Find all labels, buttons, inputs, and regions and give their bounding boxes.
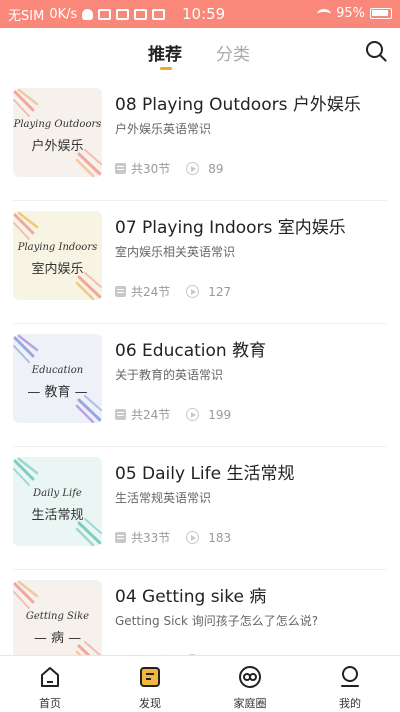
tabbar-family[interactable]: 家庭圈 [200,656,300,712]
course-meta: 共24节 199 [115,406,231,423]
profile-icon [341,666,359,687]
image-icon [134,8,148,20]
tab-category[interactable]: 分类 [216,40,250,65]
network-speed: 0K/s [49,6,78,22]
course-item[interactable]: Education — 教育 —06 Education 教育 关于教育的英语常识共… [0,324,400,447]
course-item[interactable]: Getting Sike — 病 — 04 Getting sike 病 Gettin… [0,570,400,655]
cover-title-cn: — 教育 — [27,385,88,400]
leaf-decoration-icon [13,334,102,423]
tabbar-discover-label: 发现 [139,697,161,710]
tab-recommend-label: 推荐 [148,45,182,65]
course-meta: 共33节 183 [115,529,231,546]
course-cover-image: Getting Sike — 病 — [13,580,102,655]
course-list: Playing Outdoors 户外娱乐 08 Playing Outdoors … [0,78,400,655]
battery-percent: 95% [336,6,365,21]
play-count-icon [186,531,200,544]
top-navigation: 推荐 分类 [0,28,400,78]
play-count: 127 [208,284,232,299]
course-cover-image: Playing Outdoors 户外娱乐 [13,88,102,177]
home-icon [41,667,59,687]
course-meta: 共30节 89 [115,160,224,177]
course-cover-image: Daily Life 生活常规 [13,457,102,546]
course-subtitle: 室内娱乐相关英语常识 [115,245,236,259]
cover-title-en: Playing Outdoors [13,119,102,130]
lesson-list-icon [115,409,126,420]
cover-title-cn: 生活常规 [31,508,84,523]
status-bar: 无SIM 0K/s 10:59 95% [0,0,400,28]
course-subtitle: Getting Sick 询问孩子怎么了怎么说? [115,614,319,628]
notification-icon [82,8,94,20]
tabbar-discover[interactable]: 发现 [100,656,200,712]
wifi-icon [317,8,332,19]
play-count-icon [186,408,200,421]
course-title: 04 Getting sike 病 [115,587,267,607]
course-title: 05 Daily Life 生活常规 [115,464,295,484]
cover-title-cn: 户外娱乐 [31,139,84,154]
course-item[interactable]: Playing Outdoors 户外娱乐 08 Playing Outdoors … [0,78,400,201]
course-subtitle: 生活常规英语常识 [115,491,212,505]
cover-title-cn: 室内娱乐 [31,262,84,277]
tabbar-home[interactable]: 首页 [0,656,100,712]
leaf-decoration-icon [13,457,102,546]
search-icon[interactable] [364,39,388,63]
tabbar-profile[interactable]: 我的 [300,656,400,712]
tab-category-label: 分类 [216,45,250,65]
play-count-icon [186,285,200,298]
tabbar-family-label: 家庭圈 [233,697,267,710]
cover-title-en: Playing Indoors [17,242,98,253]
cover-title-en: Daily Life [33,488,82,499]
lesson-count: 共33节 [131,531,171,545]
cover-title-en: Education [31,365,84,376]
cover-title-en: Getting Sike [25,611,90,622]
app-icon [152,8,166,20]
course-meta: 共24节 127 [115,283,231,300]
lesson-count: 共30节 [131,162,171,176]
lesson-count: 共24节 [131,285,171,299]
course-item[interactable]: Playing Indoors 室内娱乐 07 Playing Indoors 室内… [0,201,400,324]
lesson-count: 共24节 [131,408,171,422]
leaf-decoration-icon [13,88,102,177]
play-count: 183 [208,530,232,545]
tabbar-home-label: 首页 [39,697,61,710]
course-subtitle: 户外娱乐英语常识 [115,122,212,136]
course-title: 07 Playing Indoors 室内娱乐 [115,218,346,238]
course-subtitle: 关于教育的英语常识 [115,368,224,382]
message-icon [98,8,112,20]
active-tab-indicator [160,67,172,70]
play-count: 89 [208,161,224,176]
leaf-decoration-icon [13,211,102,300]
clock: 10:59 [182,5,226,23]
course-cover-image: Playing Indoors 室内娱乐 [13,211,102,300]
family-circle-icon [239,666,261,688]
lesson-list-icon [115,163,126,174]
carrier-label: 无SIM [8,8,45,24]
play-count: 199 [208,407,232,422]
play-count-icon [186,162,200,175]
crown-icon [116,8,130,20]
tabbar-profile-label: 我的 [339,697,361,710]
lesson-list-icon [115,532,126,543]
tab-recommend[interactable]: 推荐 [148,40,182,70]
lesson-list-icon [115,286,126,297]
course-title: 06 Education 教育 [115,341,267,361]
bottom-tab-bar: 首页 发现 家庭圈 我的 [0,655,400,711]
course-title: 08 Playing Outdoors 户外娱乐 [115,95,361,115]
cover-title-cn: — 病 — [33,631,82,646]
course-item[interactable]: Daily Life 生活常规 05 Daily Life 生活常规生活常规英语常识… [0,447,400,570]
battery-icon [370,8,392,19]
course-cover-image: Education — 教育 — [13,334,102,423]
discover-icon [140,667,160,687]
